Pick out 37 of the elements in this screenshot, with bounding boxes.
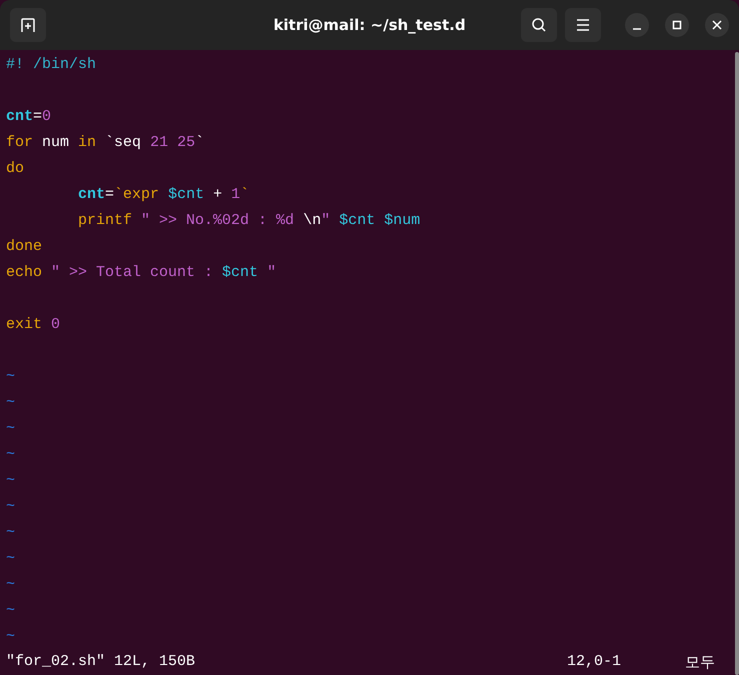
maximize-button[interactable] bbox=[665, 13, 689, 37]
code-line: exit 0 bbox=[6, 316, 60, 333]
code-line: #! /bin/sh bbox=[6, 56, 96, 73]
empty-line-marker: ~ bbox=[6, 368, 16, 385]
empty-line-marker: ~ bbox=[6, 472, 16, 489]
status-message: "for_02.sh" 12L, 150B bbox=[6, 652, 196, 672]
code-line: cnt=0 bbox=[6, 108, 52, 125]
code-line: echo " >> Total count : $cnt " bbox=[6, 264, 276, 281]
new-tab-icon bbox=[20, 17, 36, 33]
code-line: for num in `seq 21 25` bbox=[6, 134, 204, 151]
maximize-icon bbox=[672, 20, 682, 30]
minimize-icon bbox=[632, 28, 642, 30]
menu-icon bbox=[576, 19, 590, 31]
empty-line-marker: ~ bbox=[6, 524, 16, 541]
empty-line-marker: ~ bbox=[6, 576, 16, 593]
minimize-button[interactable] bbox=[625, 13, 649, 37]
empty-line-marker: ~ bbox=[6, 602, 16, 619]
menu-button[interactable] bbox=[565, 8, 601, 42]
scroll-position: 모두 bbox=[685, 652, 716, 673]
empty-line-marker: ~ bbox=[6, 550, 16, 567]
search-button[interactable] bbox=[521, 8, 557, 42]
close-button[interactable] bbox=[705, 13, 729, 37]
new-tab-button[interactable] bbox=[10, 8, 46, 42]
close-icon bbox=[712, 20, 722, 30]
window-title: kitri@mail: ~/sh_test.d bbox=[273, 16, 466, 34]
scrollbar[interactable] bbox=[735, 52, 739, 675]
search-icon bbox=[531, 17, 547, 33]
empty-line-marker: ~ bbox=[6, 498, 16, 515]
code-line: printf " >> No.%02d : %d \n" $cnt $num bbox=[77, 212, 420, 229]
code-line: cnt=`expr $cnt + 1` bbox=[77, 186, 250, 203]
empty-line-marker: ~ bbox=[6, 394, 16, 411]
empty-line-marker: ~ bbox=[6, 628, 16, 645]
cursor-position: 12,0-1 bbox=[567, 652, 622, 672]
empty-line-marker: ~ bbox=[6, 420, 16, 437]
code-line: done bbox=[6, 238, 42, 255]
code-line: do bbox=[6, 160, 24, 177]
empty-line-marker: ~ bbox=[6, 446, 16, 463]
